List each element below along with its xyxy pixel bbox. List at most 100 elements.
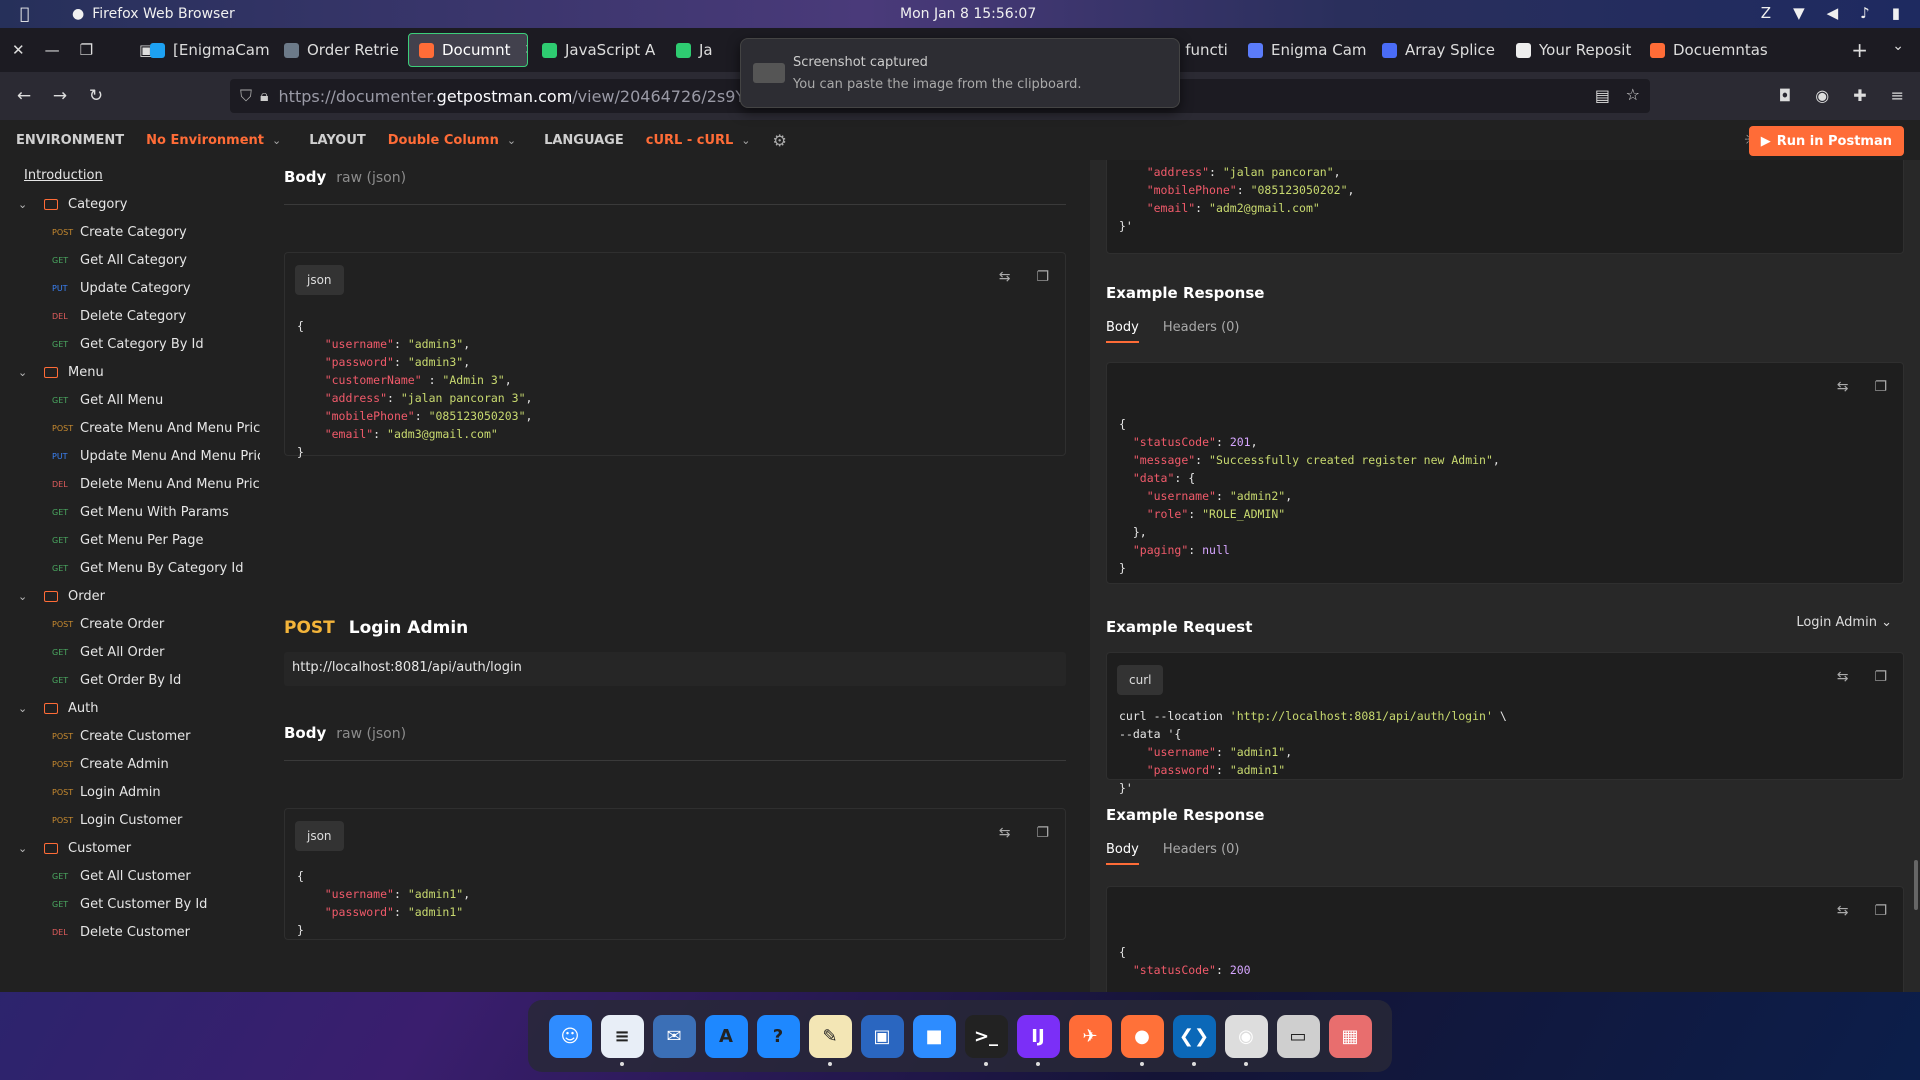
tab-body[interactable]: Body — [1106, 842, 1139, 865]
apple-icon[interactable]:  — [20, 4, 30, 23]
battery-icon[interactable]: ▮ — [1892, 4, 1900, 22]
terminal-icon[interactable]: >_ — [964, 1014, 1008, 1066]
sidebar-folder[interactable]: ⌄ Order — [0, 584, 105, 608]
zoom-icon[interactable]: ■ — [912, 1014, 956, 1058]
sidebar-request[interactable]: DEL Delete Category — [0, 304, 186, 328]
clock[interactable]: Mon Jan 8 15:56:07 — [900, 6, 1036, 22]
chevron-down-icon[interactable]: ⌄ — [18, 842, 34, 855]
browser-tab[interactable]: Ja — [666, 33, 726, 67]
sidebar-request[interactable]: GET Get Menu By Category Id — [0, 556, 243, 580]
zoom-tray-icon[interactable]: Z — [1761, 4, 1771, 22]
sidebar-request[interactable]: GET Get Menu Per Page — [0, 528, 203, 552]
scrollbar-thumb[interactable] — [1914, 860, 1918, 910]
sidebar-request[interactable]: POST Login Admin — [0, 780, 161, 804]
sidebar-request[interactable]: GET Get Category By Id — [0, 332, 204, 356]
browser-tab[interactable]: JavaScript A — [532, 33, 662, 67]
wrap-lines-icon[interactable]: ⇆ — [999, 269, 1011, 285]
wrap-lines-icon[interactable]: ⇆ — [1837, 379, 1849, 395]
sidebar-request[interactable]: GET Get All Menu — [0, 388, 163, 412]
back-icon[interactable]: ← — [6, 86, 42, 106]
sidebar-request[interactable]: POST Create Customer — [0, 724, 190, 748]
vscode-icon[interactable]: ❮❯ — [1172, 1014, 1216, 1066]
example-select[interactable]: Login Admin ⌄ — [1796, 615, 1892, 630]
sidebar-request[interactable]: DEL Delete Menu And Menu Price — [0, 472, 268, 496]
hamburger-menu-icon[interactable]: ≡ — [1891, 86, 1904, 105]
chevron-down-icon[interactable]: ⌄ — [18, 366, 34, 379]
sidebar-request[interactable]: GET Get All Order — [0, 640, 165, 664]
sidebar-request[interactable]: DEL Delete Customer — [0, 920, 190, 944]
browser-tab[interactable]: Array Splice — [1372, 33, 1502, 67]
tab-headers[interactable]: Headers (0) — [1163, 842, 1240, 865]
copy-icon[interactable]: ❐ — [1874, 669, 1887, 685]
volume-icon[interactable]: ◀ — [1827, 4, 1839, 22]
account-icon[interactable]: ◉ — [1815, 86, 1829, 105]
copy-icon[interactable]: ❐ — [1874, 379, 1887, 395]
tab-headers[interactable]: Headers (0) — [1163, 320, 1240, 343]
reload-icon[interactable]: ↻ — [78, 86, 114, 106]
lock-icon[interactable]: 🔒︎ — [260, 86, 269, 106]
close-window-icon[interactable]: ✕ — [12, 41, 25, 59]
postman-icon[interactable]: ✈ — [1068, 1014, 1112, 1058]
language-select[interactable]: cURL - cURL — [646, 133, 734, 148]
layout-select[interactable]: Double Column — [388, 133, 499, 148]
browser-tab[interactable]: Docuemntas — [1640, 33, 1770, 67]
copy-icon[interactable]: ❐ — [1036, 825, 1049, 841]
extensions-icon[interactable]: ✚ — [1853, 86, 1866, 105]
reader-view-icon[interactable]: ▤ — [1595, 86, 1610, 105]
app-store-icon[interactable]: A — [704, 1014, 748, 1058]
sidebar-request[interactable]: PUT Update Category — [0, 276, 191, 300]
sidebar-introduction-link[interactable]: Introduction — [24, 168, 103, 183]
browser-tab[interactable]: Enigma Cam — [1238, 33, 1368, 67]
sidebar-request[interactable]: POST Login Customer — [0, 808, 182, 832]
browser-tab[interactable]: [EnigmaCam — [140, 33, 270, 67]
finder-icon[interactable]: ☺ — [548, 1014, 592, 1058]
help-icon[interactable]: ? — [756, 1014, 800, 1058]
sidebar-request[interactable]: GET Get Menu With Params — [0, 500, 229, 524]
pocket-icon[interactable]: ◘ — [1779, 86, 1792, 105]
sidebar-folder[interactable]: ⌄ Customer — [0, 836, 131, 860]
environment-select[interactable]: No Environment — [146, 133, 264, 148]
text-editor-icon[interactable]: ≡ — [600, 1014, 644, 1066]
sidebar-request[interactable]: GET Get All Category — [0, 248, 187, 272]
chevron-down-icon[interactable]: ⌄ — [741, 134, 750, 147]
sidebar-request[interactable]: PUT Update Menu And Menu Price — [0, 444, 272, 468]
active-app[interactable]: ● Firefox Web Browser — [72, 6, 235, 22]
forward-icon[interactable]: → — [42, 86, 78, 106]
sidebar-request[interactable]: GET Get Order By Id — [0, 668, 181, 692]
browser-tab[interactable]: Documnt ✕ — [408, 33, 528, 67]
restore-icon[interactable]: ❐ — [80, 41, 93, 59]
screenshot-toast[interactable]: Screenshot captured You can paste the im… — [740, 38, 1180, 108]
notes-icon[interactable]: ✎ — [808, 1014, 852, 1066]
tracking-shield-icon[interactable]: ⛉ — [240, 86, 252, 106]
sidebar-folder[interactable]: ⌄ Category — [0, 192, 127, 216]
gear-icon[interactable]: ⚙ — [773, 131, 787, 150]
browser-tab[interactable]: Your Reposit — [1506, 33, 1636, 67]
remote-desktop-icon[interactable]: ▣ — [860, 1014, 904, 1058]
chevron-down-icon[interactable]: ⌄ — [507, 134, 516, 147]
app-grid-icon[interactable]: ▦ — [1328, 1014, 1372, 1058]
copy-icon[interactable]: ❐ — [1874, 903, 1887, 919]
wrap-lines-icon[interactable]: ⇆ — [1837, 903, 1849, 919]
chrome-icon[interactable]: ◉ — [1224, 1014, 1268, 1066]
sidebar-request[interactable]: POST Create Order — [0, 612, 164, 636]
tab-body[interactable]: Body — [1106, 320, 1139, 343]
tab-list-chevron-icon[interactable]: ⌄ — [1892, 38, 1904, 54]
mic-icon[interactable]: ♪ — [1860, 4, 1870, 22]
sidebar-folder[interactable]: ⌄ Menu — [0, 360, 104, 384]
mail-icon[interactable]: ✉ — [652, 1014, 696, 1058]
copy-icon[interactable]: ❐ — [1036, 269, 1049, 285]
sidebar-request[interactable]: POST Create Category — [0, 220, 187, 244]
chevron-down-icon[interactable]: ⌄ — [272, 134, 281, 147]
trash-icon[interactable]: ▭ — [1276, 1014, 1320, 1058]
wrap-lines-icon[interactable]: ⇆ — [1837, 669, 1849, 685]
firefox-icon[interactable]: ● — [1120, 1014, 1164, 1066]
sidebar-request[interactable]: POST Create Admin — [0, 752, 169, 776]
chevron-down-icon[interactable]: ⌄ — [18, 590, 34, 603]
run-in-postman-button[interactable]: ▶ Run in Postman — [1748, 126, 1904, 156]
chevron-down-icon[interactable]: ⌄ — [18, 198, 34, 211]
chevron-down-icon[interactable]: ⌄ — [18, 702, 34, 715]
intellij-icon[interactable]: IJ — [1016, 1014, 1060, 1066]
new-tab-button[interactable]: + — [1851, 38, 1868, 62]
minimize-icon[interactable]: — — [45, 41, 60, 59]
bookmark-star-icon[interactable]: ☆ — [1626, 85, 1640, 104]
